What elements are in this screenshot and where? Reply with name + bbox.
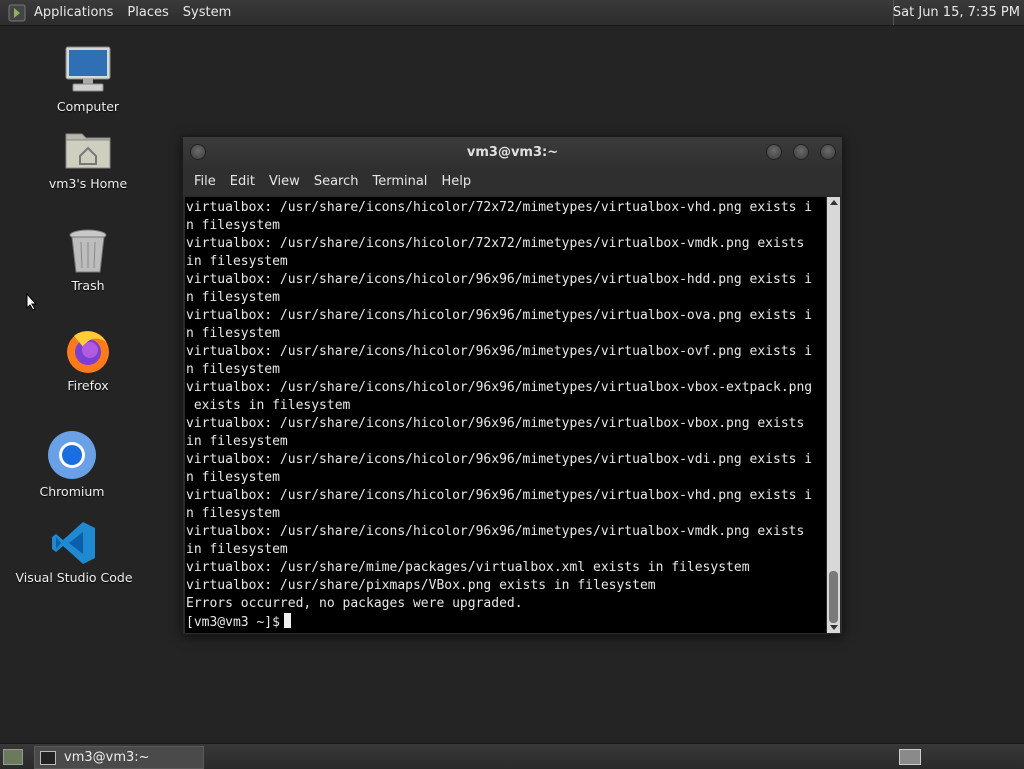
terminal-line: virtualbox: /usr/share/icons/hicolor/72x… bbox=[186, 236, 805, 251]
vscode-icon bbox=[52, 522, 95, 564]
menu-places[interactable]: Places bbox=[127, 5, 168, 20]
desktop-icon-label: vm3's Home bbox=[48, 176, 128, 191]
terminal-line: exists in filesystem bbox=[186, 398, 351, 413]
terminal-text: virtualbox: /usr/share/icons/hicolor/72x… bbox=[185, 197, 826, 632]
menu-edit[interactable]: Edit bbox=[230, 174, 255, 189]
terminal-cursor bbox=[283, 613, 291, 628]
terminal-line: virtualbox: /usr/share/mime/packages/vir… bbox=[186, 560, 750, 575]
workspace-switcher[interactable] bbox=[899, 749, 921, 765]
terminal-window[interactable]: vm3@vm3:~ File Edit View Search Terminal… bbox=[182, 136, 843, 635]
show-desktop-icon[interactable] bbox=[3, 749, 23, 765]
top-panel: Applications Places System Sat Jun 15, 7… bbox=[0, 0, 1024, 26]
computer-icon bbox=[65, 46, 111, 92]
minimize-button[interactable] bbox=[766, 144, 782, 160]
clock[interactable]: Sat Jun 15, 7:35 PM bbox=[893, 5, 1020, 20]
terminal-line: n filesystem bbox=[186, 362, 280, 377]
bottom-panel: vm3@vm3:~ bbox=[0, 743, 1024, 769]
menu-help[interactable]: Help bbox=[441, 174, 471, 189]
desktop-icon-label: Firefox bbox=[67, 378, 109, 393]
menu-applications[interactable]: Applications bbox=[34, 5, 113, 20]
terminal-line: in filesystem bbox=[186, 254, 288, 269]
taskbar-label: vm3@vm3:~ bbox=[64, 750, 150, 765]
scroll-down-icon[interactable] bbox=[830, 625, 838, 630]
desktop-icon-computer[interactable]: Computer bbox=[33, 45, 143, 114]
terminal-output[interactable]: virtualbox: /usr/share/icons/hicolor/72x… bbox=[185, 197, 826, 633]
terminal-line: virtualbox: /usr/share/icons/hicolor/96x… bbox=[186, 452, 813, 467]
firefox-icon bbox=[67, 331, 109, 373]
terminal-line: virtualbox: /usr/share/icons/hicolor/96x… bbox=[186, 308, 813, 323]
applications-menu-icon[interactable] bbox=[8, 4, 26, 22]
terminal-line: n filesystem bbox=[186, 506, 280, 521]
terminal-line: in filesystem bbox=[186, 434, 288, 449]
terminal-line: n filesystem bbox=[186, 290, 280, 305]
desktop-icon-label: Visual Studio Code bbox=[15, 570, 133, 585]
terminal-scrollbar[interactable] bbox=[827, 197, 840, 633]
terminal-line: virtualbox: /usr/share/icons/hicolor/96x… bbox=[186, 524, 805, 539]
terminal-menubar: File Edit View Search Terminal Help bbox=[183, 167, 842, 195]
desktop-icon-home[interactable]: vm3's Home bbox=[33, 128, 143, 191]
terminal-line: virtualbox: /usr/share/icons/hicolor/96x… bbox=[186, 344, 813, 359]
taskbar-terminal-button[interactable]: vm3@vm3:~ bbox=[34, 746, 204, 769]
desktop-icon-label: Chromium bbox=[39, 484, 105, 499]
desktop-icon-chromium[interactable]: Chromium bbox=[17, 430, 127, 499]
trash-icon bbox=[69, 229, 107, 273]
terminal-line: virtualbox: /usr/share/icons/hicolor/72x… bbox=[186, 200, 813, 215]
terminal-line: virtualbox: /usr/share/icons/hicolor/96x… bbox=[186, 488, 813, 503]
terminal-line: n filesystem bbox=[186, 470, 280, 485]
terminal-line: virtualbox: /usr/share/icons/hicolor/96x… bbox=[186, 416, 805, 431]
window-title: vm3@vm3:~ bbox=[466, 145, 559, 160]
terminal-line: virtualbox: /usr/share/icons/hicolor/96x… bbox=[186, 380, 813, 395]
menu-file[interactable]: File bbox=[194, 174, 216, 189]
desktop-icon-firefox[interactable]: Firefox bbox=[33, 326, 143, 393]
terminal-icon bbox=[40, 750, 56, 765]
terminal-line: Errors occurred, no packages were upgrad… bbox=[186, 596, 523, 611]
maximize-button[interactable] bbox=[793, 144, 809, 160]
window-titlebar[interactable]: vm3@vm3:~ bbox=[183, 137, 842, 167]
terminal-line: n filesystem bbox=[186, 326, 280, 341]
scroll-up-icon[interactable] bbox=[830, 200, 838, 205]
desktop-icon-trash[interactable]: Trash bbox=[33, 228, 143, 293]
desktop-icon-label: Computer bbox=[56, 99, 120, 114]
menu-terminal[interactable]: Terminal bbox=[372, 174, 427, 189]
home-folder-icon bbox=[65, 133, 111, 169]
desktop-icon-vscode[interactable]: Visual Studio Code bbox=[15, 520, 133, 585]
terminal-line: n filesystem bbox=[186, 218, 280, 233]
terminal-line: virtualbox: /usr/share/pixmaps/VBox.png … bbox=[186, 578, 656, 593]
menu-search[interactable]: Search bbox=[314, 174, 359, 189]
terminal-prompt: [vm3@vm3 ~]$ bbox=[186, 615, 280, 630]
desktop-icon-label: Trash bbox=[71, 278, 105, 293]
mouse-pointer-icon bbox=[26, 293, 38, 311]
scrollbar-thumb[interactable] bbox=[829, 571, 838, 623]
menu-system[interactable]: System bbox=[183, 5, 231, 20]
menu-view[interactable]: View bbox=[269, 174, 300, 189]
close-button[interactable] bbox=[820, 144, 836, 160]
terminal-line: in filesystem bbox=[186, 542, 288, 557]
terminal-line: virtualbox: /usr/share/icons/hicolor/96x… bbox=[186, 272, 813, 287]
chromium-icon bbox=[48, 431, 96, 479]
